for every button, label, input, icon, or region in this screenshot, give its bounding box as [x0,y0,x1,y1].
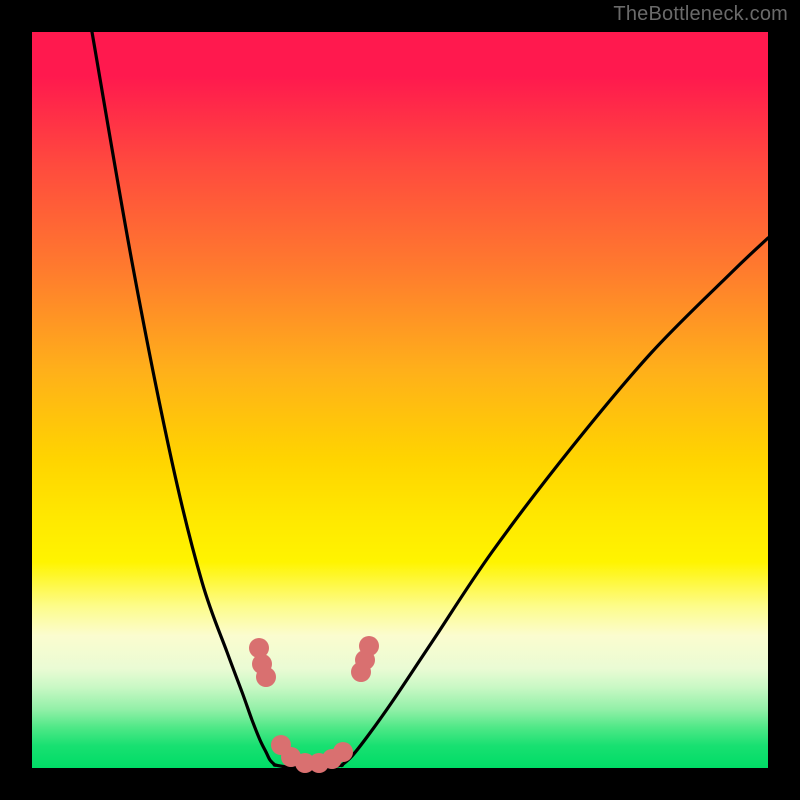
chart-svg [32,32,768,768]
data-point-marker [256,667,276,687]
watermark-text: TheBottleneck.com [613,3,788,26]
markers-group [249,636,379,773]
plot-area [32,32,768,768]
outer-frame: TheBottleneck.com [0,0,800,800]
curve-group [92,32,768,768]
data-point-marker [359,636,379,656]
curve-path [92,32,768,768]
data-point-marker [333,742,353,762]
